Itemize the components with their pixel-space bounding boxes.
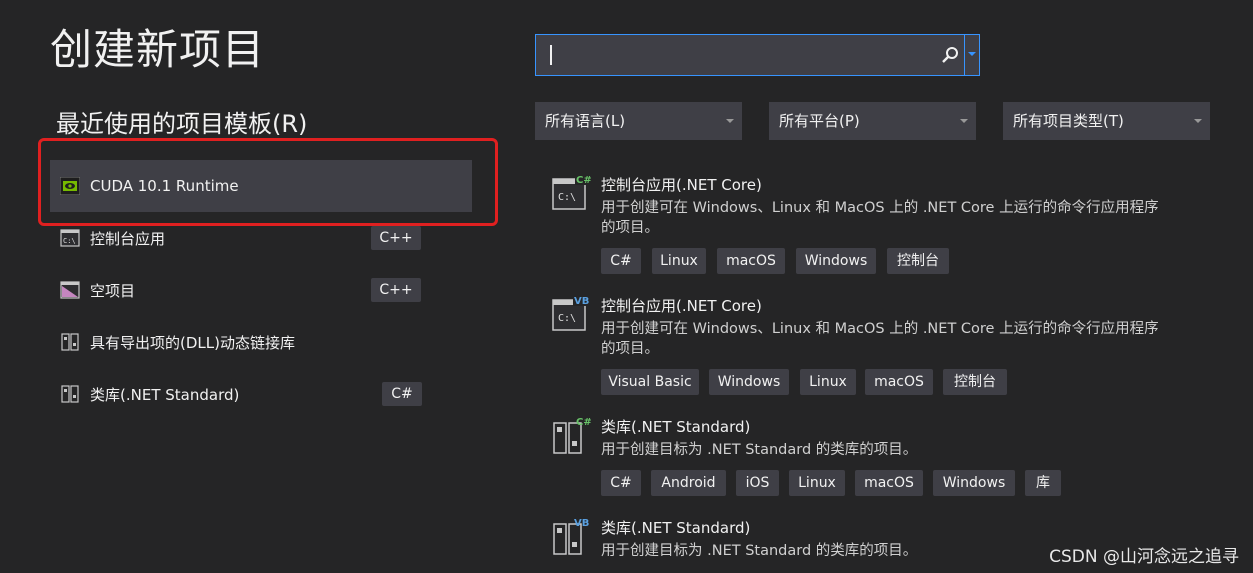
tag: Linux <box>800 369 856 395</box>
project-type-filter-label: 所有项目类型(T) <box>1013 112 1124 130</box>
tag: 控制台 <box>943 369 1007 395</box>
template-description: 用于创建可在 Windows、Linux 和 MacOS 上的 .NET Cor… <box>601 200 1159 236</box>
chevron-down-icon <box>1194 119 1202 123</box>
platform-filter[interactable]: 所有平台(P) <box>769 102 976 140</box>
recent-item-label: 空项目 <box>90 281 136 300</box>
template-language-badge: C# <box>576 175 591 186</box>
highlight-box <box>38 138 498 226</box>
tag: C# <box>601 248 641 274</box>
text-caret <box>550 45 552 65</box>
tag: 库 <box>1025 470 1061 496</box>
recent-item-label: 具有导出项的(DLL)动态链接库 <box>90 333 295 352</box>
template-search-input[interactable] <box>535 34 980 76</box>
tag: macOS <box>865 369 933 395</box>
tag: macOS <box>717 248 785 274</box>
template-title: 类库(.NET Standard) <box>601 418 751 436</box>
recent-templates-heading: 最近使用的项目模板(R) <box>56 110 308 138</box>
language-filter-label: 所有语言(L) <box>545 112 626 130</box>
console-app-csharp-icon: C:\ C# <box>552 173 591 210</box>
recent-item-dll[interactable]: 具有导出项的(DLL)动态链接库 <box>50 316 472 368</box>
recent-item-label: 控制台应用 <box>90 229 166 248</box>
project-type-filter[interactable]: 所有项目类型(T) <box>1003 102 1210 140</box>
language-badge: C# <box>382 382 422 406</box>
class-library-icon <box>61 385 79 403</box>
svg-text:C:\: C:\ <box>558 313 576 324</box>
template-title: 控制台应用(.NET Core) <box>601 176 762 194</box>
tag: Windows <box>796 248 876 274</box>
page-title: 创建新项目 <box>50 25 266 74</box>
tag: Android <box>651 470 726 496</box>
tag: Windows <box>933 470 1015 496</box>
template-title: 类库(.NET Standard) <box>601 519 751 537</box>
tag: Windows <box>709 369 789 395</box>
template-language-badge: VB <box>574 296 589 307</box>
language-badge: C++ <box>371 278 421 302</box>
tag: 控制台 <box>887 248 949 274</box>
svg-text:C:\: C:\ <box>63 237 76 245</box>
tag: Linux <box>652 248 706 274</box>
search-icon[interactable] <box>941 46 959 64</box>
language-filter[interactable]: 所有语言(L) <box>535 102 742 140</box>
search-dropdown-toggle[interactable] <box>964 35 979 75</box>
class-library-vb-icon: VB <box>553 518 589 555</box>
template-title: 控制台应用(.NET Core) <box>601 297 762 315</box>
template-language-badge: C# <box>576 417 591 428</box>
template-language-badge: VB <box>574 518 589 529</box>
empty-project-icon <box>60 281 80 299</box>
template-description: 用于创建目标为 .NET Standard 的类库的项目。 <box>601 442 918 458</box>
console-app-icon: C:\ <box>60 229 80 247</box>
tag: Visual Basic <box>601 369 699 395</box>
language-badge: C++ <box>371 226 421 250</box>
tag: Linux <box>789 470 845 496</box>
watermark: CSDN @山河念远之追寻 <box>1049 547 1239 567</box>
svg-text:C:\: C:\ <box>558 192 576 203</box>
dll-library-icon <box>61 333 79 351</box>
platform-filter-label: 所有平台(P) <box>779 112 860 130</box>
tag: C# <box>601 470 641 496</box>
chevron-down-icon <box>726 119 734 123</box>
console-app-vb-icon: C:\ VB <box>552 294 591 331</box>
chevron-down-icon <box>960 119 968 123</box>
template-description: 用于创建可在 Windows、Linux 和 MacOS 上的 .NET Cor… <box>601 321 1159 357</box>
tag: macOS <box>855 470 923 496</box>
class-library-csharp-icon: C# <box>553 417 591 454</box>
recent-item-label: 类库(.NET Standard) <box>90 385 240 404</box>
tag: iOS <box>736 470 779 496</box>
